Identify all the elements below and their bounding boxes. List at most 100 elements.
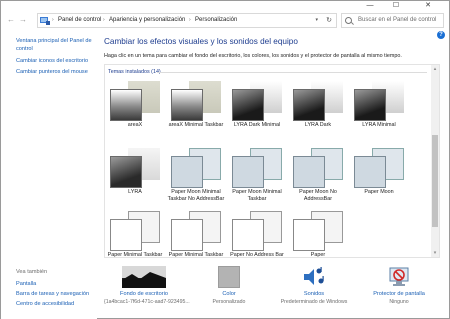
theme-tile[interactable]: Paper No Address Bar (227, 211, 287, 258)
theme-label: LYRA Dark (304, 122, 332, 128)
title-bar: — ☐ ✕ (1, 1, 449, 10)
theme-label: LYRA Minimal (362, 122, 396, 128)
chevron-down-icon[interactable]: ▾ (315, 14, 318, 27)
theme-thumbnail (108, 211, 162, 251)
theme-label: LYRA (128, 189, 142, 195)
color-item[interactable]: Color Personalizado (189, 266, 269, 305)
close-button[interactable]: ✕ (417, 1, 439, 10)
theme-thumbnail (108, 81, 162, 121)
theme-thumbnail (291, 148, 345, 188)
desktop-background-item[interactable]: Fondo de escritorio {1a4bcac1-7f6d-471c-… (104, 266, 190, 305)
sounds-icon (303, 266, 325, 288)
search-placeholder: Buscar en el Panel de control (358, 17, 437, 23)
desktop-background-value: {1a4bcac1-7f6d-471c-aad7-923495... (104, 299, 190, 305)
theme-tile[interactable]: Paper Minimal Taskbar (166, 211, 226, 258)
see-also-heading: Vea también (16, 269, 48, 275)
theme-tile[interactable]: Paper Moon (349, 148, 409, 196)
navigation-bar: ← → › Panel de control › Apariencia y pe… (1, 10, 449, 31)
theme-preview-window (171, 89, 203, 121)
theme-thumbnail (352, 148, 406, 188)
theme-tile[interactable]: LYRA (105, 148, 165, 196)
maximize-button[interactable]: ☐ (385, 1, 407, 10)
theme-tile[interactable]: Paper Minimal Taskbar No AddressBar (105, 211, 165, 258)
theme-thumbnail (108, 148, 162, 188)
desktop-background-label: Fondo de escritorio (120, 291, 168, 297)
color-value: Personalizado (212, 299, 246, 305)
sounds-item[interactable]: Sonidos Predeterminado de Windows (274, 266, 354, 305)
scroll-up-icon[interactable]: ▴ (432, 66, 438, 72)
theme-thumbnail (169, 211, 223, 251)
sidebar-item-taskbar[interactable]: Barra de tareas y navegación (16, 290, 96, 298)
control-panel-window: — ☐ ✕ ← → › Panel de control › Aparienci… (0, 0, 450, 319)
theme-label: LYRA Dark Minimal (233, 122, 281, 128)
theme-preview-window (293, 156, 325, 188)
breadcrumb-personalization[interactable]: Personalización (195, 14, 237, 27)
theme-label: areaX Minimal Taskbar (168, 122, 224, 128)
theme-tile[interactable]: areaX Minimal Taskbar (166, 81, 226, 129)
theme-label: Paper Moon Minimal Taskbar No AddressBar (167, 189, 225, 202)
theme-label: Paper Moon Minimal Taskbar (232, 189, 282, 202)
theme-thumbnail (291, 81, 345, 121)
theme-tile[interactable]: Paper Moon Minimal Taskbar No AddressBar (166, 148, 226, 203)
theme-thumbnail (230, 81, 284, 121)
theme-preview-window (232, 89, 264, 121)
theme-preview-window (232, 156, 264, 188)
search-icon (345, 17, 352, 24)
theme-preview-window (293, 219, 325, 251)
theme-preview-window (354, 156, 386, 188)
breadcrumb-appearance[interactable]: Apariencia y personalización (109, 14, 185, 27)
theme-thumbnail (230, 211, 284, 251)
theme-tile[interactable]: Paper Moon Minimal Taskbar (227, 148, 287, 203)
sidebar-item-mouse-pointers[interactable]: Cambiar punteros del mouse (16, 68, 96, 76)
screensaver-value: Ninguno (389, 299, 409, 305)
control-panel-icon (40, 17, 50, 25)
bottom-bar: Fondo de escritorio {1a4bcac1-7f6d-471c-… (97, 266, 449, 318)
theme-tile[interactable]: Paper Moon No AddressBar (288, 148, 348, 203)
sidebar-item-display[interactable]: Pantalla (16, 280, 96, 288)
theme-tile[interactable]: areaX (105, 81, 165, 129)
theme-thumbnail (169, 148, 223, 188)
theme-preview-window (110, 89, 142, 121)
theme-tile[interactable]: LYRA Dark Minimal (227, 81, 287, 129)
theme-label: Paper Minimal Taskbar No AddressBar (107, 252, 163, 258)
page-title: Cambiar los efectos visuales y los sonid… (104, 37, 298, 46)
wallpaper-icon (122, 266, 166, 288)
theme-label: Paper No Address Bar (230, 252, 284, 258)
theme-label: Paper (310, 252, 326, 258)
screensaver-label: Protector de pantalla (373, 291, 425, 297)
theme-thumbnail (169, 81, 223, 121)
theme-label: Paper Minimal Taskbar (168, 252, 224, 258)
theme-preview-window (110, 219, 142, 251)
sidebar-item-control-panel-home[interactable]: Ventana principal del Panel de control (16, 37, 96, 53)
theme-label: Paper Moon (364, 189, 394, 195)
theme-preview-window (354, 89, 386, 121)
theme-tile[interactable]: LYRA Dark (288, 81, 348, 129)
theme-thumbnail (291, 211, 345, 251)
theme-tile[interactable]: LYRA Minimal (349, 81, 409, 129)
search-input[interactable]: Buscar en el Panel de control (341, 13, 444, 28)
theme-label: Paper Moon No AddressBar (299, 189, 337, 202)
theme-preview-window (110, 156, 142, 188)
vertical-scrollbar[interactable]: ▴ ▾ (431, 65, 439, 257)
theme-preview-window (171, 219, 203, 251)
sidebar-item-accessibility[interactable]: Centro de accesibilidad (16, 300, 96, 308)
scroll-down-icon[interactable]: ▾ (432, 250, 438, 256)
breadcrumb-separator: › (189, 17, 191, 23)
refresh-icon[interactable]: ↻ (326, 14, 332, 27)
theme-tile[interactable]: Paper (288, 211, 348, 258)
forward-arrow-icon[interactable]: → (18, 15, 28, 25)
breadcrumb-control-panel[interactable]: Panel de control (58, 14, 101, 27)
minimize-button[interactable]: — (359, 1, 381, 10)
divider (157, 72, 427, 73)
back-arrow-icon[interactable]: ← (6, 15, 16, 25)
scrollbar-thumb[interactable] (432, 135, 438, 227)
address-bar[interactable]: › Panel de control › Apariencia y person… (37, 13, 337, 28)
sidebar: Ventana principal del Panel de control C… (1, 31, 97, 319)
themes-list: Temas instalados (14) areaX areaX Minimal… (104, 64, 440, 258)
theme-thumbnail (352, 81, 406, 121)
theme-preview-window (171, 156, 203, 188)
help-icon[interactable]: ? (437, 31, 445, 39)
screensaver-item[interactable]: Protector de pantalla Ninguno (359, 266, 439, 305)
theme-label: areaX (127, 122, 143, 128)
sidebar-item-desktop-icons[interactable]: Cambiar iconos del escritorio (16, 57, 96, 65)
